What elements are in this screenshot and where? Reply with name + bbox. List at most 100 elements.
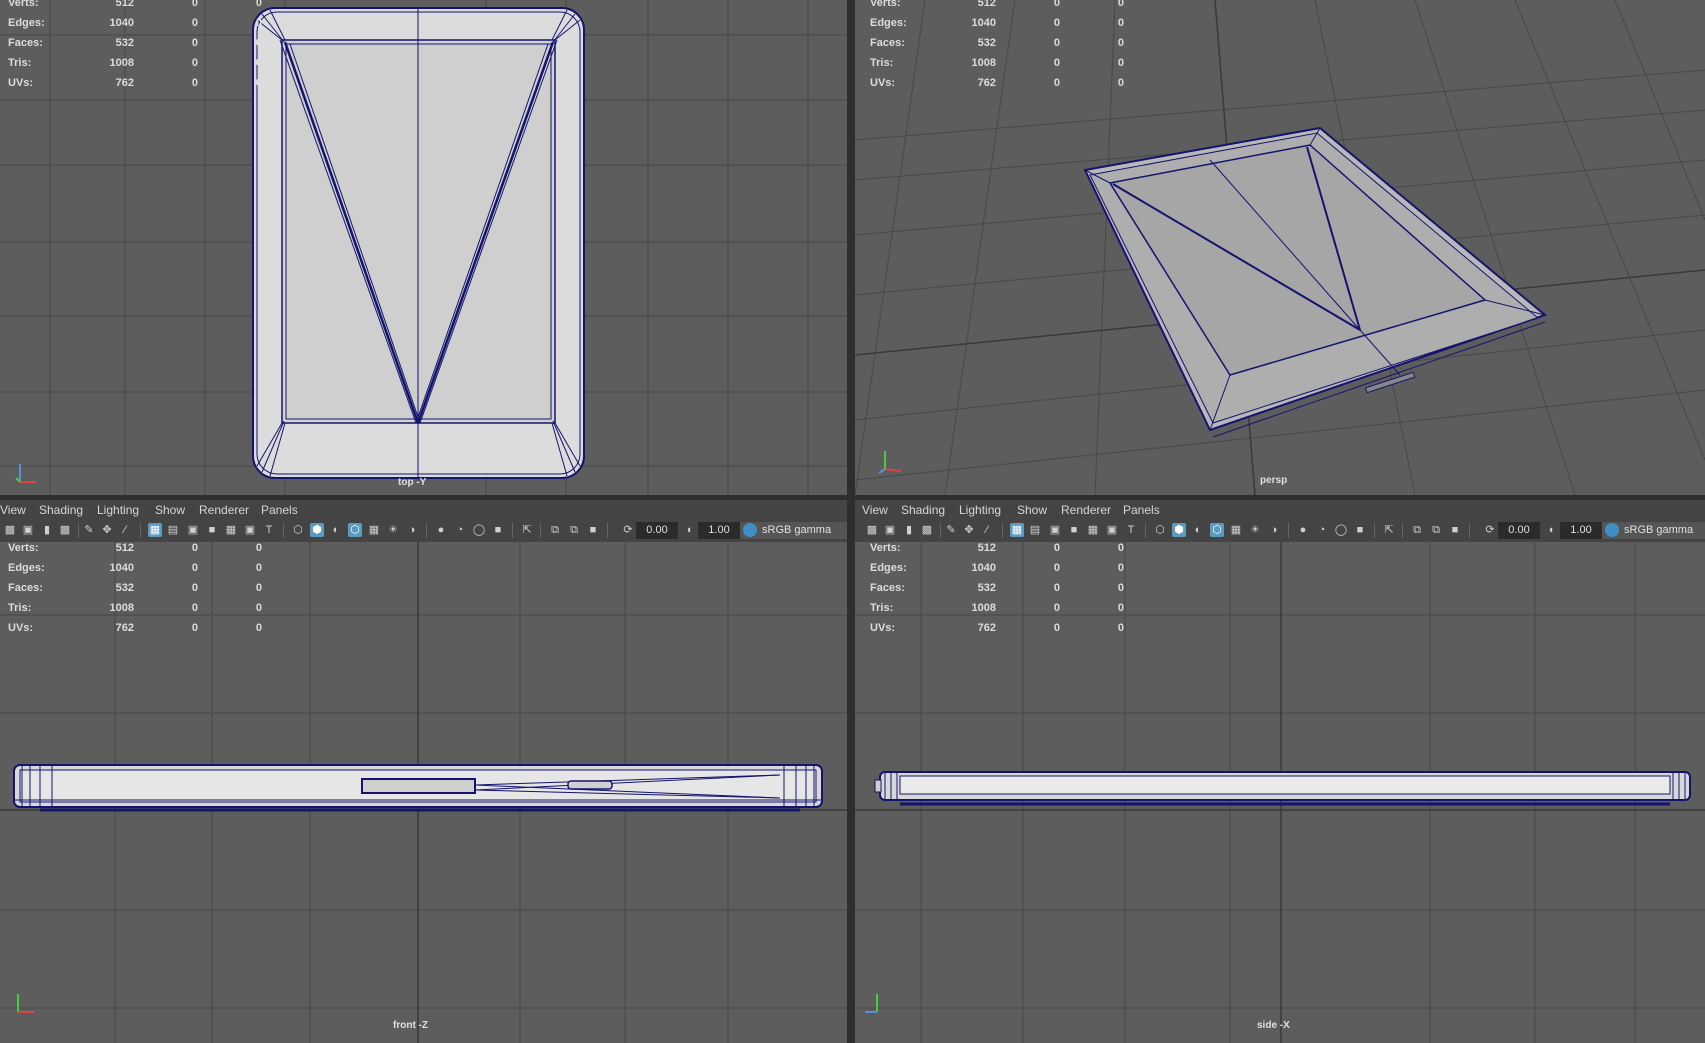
camera-select-icon[interactable]: ▩: [865, 523, 879, 537]
2d-pan-zoom-icon[interactable]: ✥: [100, 523, 114, 537]
xray-joints-icon[interactable]: ■: [586, 523, 600, 537]
menu-view[interactable]: View: [862, 503, 888, 517]
camera-attributes-icon[interactable]: ▣: [21, 523, 35, 537]
stats-value: 0: [1053, 17, 1060, 29]
image-plane-icon[interactable]: ▩: [58, 523, 72, 537]
gate-mask-icon[interactable]: ■: [205, 523, 219, 537]
viewport-side[interactable]: Verts: 512 0 0 Edges: 1040 0 0 Faces: 532 0 0 Tri…: [855, 500, 1705, 1043]
xray-active-icon[interactable]: ⧉: [1429, 523, 1443, 537]
menu-renderer[interactable]: Renderer: [199, 503, 249, 517]
brush-icon[interactable]: ∕: [980, 523, 994, 537]
menu-panels[interactable]: Panels: [261, 503, 298, 517]
wireframe-on-shaded-icon[interactable]: ⬡: [348, 523, 362, 537]
pane-divider-horizontal[interactable]: [0, 495, 1705, 500]
wireframe-icon[interactable]: ⬡: [1153, 523, 1167, 537]
wireframe-on-shaded-icon[interactable]: ⬡: [1210, 523, 1224, 537]
grid-toggle-icon[interactable]: ▦: [1010, 523, 1024, 537]
menu-panels[interactable]: Panels: [1123, 503, 1160, 517]
motion-blur-icon[interactable]: ◔: [453, 523, 467, 537]
smooth-shade-icon[interactable]: ⬢: [310, 523, 324, 537]
motion-blur-icon[interactable]: ◔: [1315, 523, 1329, 537]
menu-shading[interactable]: Shading: [901, 503, 945, 517]
bookmark-icon[interactable]: ▮: [40, 523, 54, 537]
xray-active-icon[interactable]: ⧉: [567, 523, 581, 537]
menu-show[interactable]: Show: [155, 503, 185, 517]
stats-value: 762: [115, 622, 134, 634]
safe-title-icon[interactable]: T: [262, 523, 276, 537]
lights-icon[interactable]: ☀: [1248, 523, 1262, 537]
gamma-field[interactable]: 1.00: [698, 522, 740, 539]
gamma-icon[interactable]: ◖: [682, 523, 696, 537]
stats-value: 0: [1053, 562, 1060, 574]
exposure-field[interactable]: 0.00: [1498, 522, 1540, 539]
shadows-icon[interactable]: ◑: [1267, 523, 1281, 537]
grease-pencil-icon[interactable]: ✎: [944, 523, 958, 537]
resolution-gate-icon[interactable]: ▣: [186, 523, 200, 537]
image-plane-icon[interactable]: ▩: [920, 523, 934, 537]
exposure-field[interactable]: 0.00: [636, 522, 678, 539]
screen-space-ao-icon[interactable]: ●: [434, 523, 448, 537]
textured-icon[interactable]: ▦: [1229, 523, 1243, 537]
menu-lighting[interactable]: Lighting: [959, 503, 1001, 517]
menu-lighting[interactable]: Lighting: [97, 503, 139, 517]
stats-label: Tris:: [8, 602, 32, 614]
stats-value: 0: [255, 562, 262, 574]
resolution-gate-icon[interactable]: ▣: [1048, 523, 1062, 537]
menu-show[interactable]: Show: [1017, 503, 1047, 517]
stats-label: UVs:: [870, 77, 896, 89]
stats-row: Tris: 1008 0 0: [870, 598, 1130, 618]
shadows-icon[interactable]: ◑: [405, 523, 419, 537]
menu-renderer[interactable]: Renderer: [1061, 503, 1111, 517]
viewport-top[interactable]: Verts: 512 0 0 Edges: 1040 0 0 Faces: 532 0 0 Tri…: [0, 0, 847, 495]
anti-aliasing-icon[interactable]: ◯: [472, 523, 486, 537]
colorspace-selector[interactable]: sRGB gamma: [1602, 522, 1705, 539]
stats-value: 0: [1117, 602, 1124, 614]
brush-icon[interactable]: ∕: [118, 523, 132, 537]
screen-space-ao-icon[interactable]: ●: [1296, 523, 1310, 537]
stats-value: 512: [115, 0, 134, 9]
menu-view[interactable]: View: [0, 503, 26, 517]
grease-pencil-icon[interactable]: ✎: [82, 523, 96, 537]
bookmark-icon[interactable]: ▮: [902, 523, 916, 537]
grid-toggle-icon[interactable]: ▦: [148, 523, 162, 537]
2d-pan-zoom-icon[interactable]: ✥: [962, 523, 976, 537]
anti-aliasing-icon[interactable]: ◯: [1334, 523, 1348, 537]
field-chart-icon[interactable]: ▦: [1086, 523, 1100, 537]
stats-value: 0: [191, 37, 198, 49]
textured-icon[interactable]: ▦: [367, 523, 381, 537]
wireframe-icon[interactable]: ⬡: [291, 523, 305, 537]
depth-of-field-icon[interactable]: ■: [491, 523, 505, 537]
safe-title-icon[interactable]: T: [1124, 523, 1138, 537]
default-material-icon[interactable]: ◐: [329, 523, 343, 537]
smooth-shade-icon[interactable]: ⬢: [1172, 523, 1186, 537]
stats-value: 0: [1117, 77, 1124, 89]
tablet-top-model: [252, 7, 585, 479]
gate-mask-icon[interactable]: ■: [1067, 523, 1081, 537]
xray-icon[interactable]: ⧉: [548, 523, 562, 537]
depth-of-field-icon[interactable]: ■: [1353, 523, 1367, 537]
safe-action-icon[interactable]: ▣: [1105, 523, 1119, 537]
exposure-icon[interactable]: ⟳: [1483, 523, 1497, 537]
safe-action-icon[interactable]: ▣: [243, 523, 257, 537]
isolate-select-icon[interactable]: ⇱: [520, 523, 534, 537]
viewport-persp[interactable]: Verts: 512 0 0 Edges: 1040 0 0 Faces: 532 0 0 Tri…: [855, 0, 1705, 495]
exposure-icon[interactable]: ⟳: [621, 523, 635, 537]
default-material-icon[interactable]: ◐: [1191, 523, 1205, 537]
gamma-icon[interactable]: ◖: [1544, 523, 1558, 537]
field-chart-icon[interactable]: ▦: [224, 523, 238, 537]
lights-icon[interactable]: ☀: [386, 523, 400, 537]
pane-divider-vertical[interactable]: [847, 0, 855, 1043]
stats-value: 0: [255, 17, 262, 29]
viewport-front[interactable]: Verts: 512 0 0 Edges: 1040 0 0 Faces: 532 0 0 Tri…: [0, 500, 847, 1043]
camera-attributes-icon[interactable]: ▣: [883, 523, 897, 537]
stats-value: 0: [191, 0, 198, 9]
film-gate-icon[interactable]: ▤: [166, 523, 180, 537]
isolate-select-icon[interactable]: ⇱: [1382, 523, 1396, 537]
stats-value: 0: [255, 77, 262, 89]
gamma-field[interactable]: 1.00: [1560, 522, 1602, 539]
menu-shading[interactable]: Shading: [39, 503, 83, 517]
camera-select-icon[interactable]: ▩: [3, 523, 17, 537]
xray-joints-icon[interactable]: ■: [1448, 523, 1462, 537]
film-gate-icon[interactable]: ▤: [1028, 523, 1042, 537]
xray-icon[interactable]: ⧉: [1410, 523, 1424, 537]
